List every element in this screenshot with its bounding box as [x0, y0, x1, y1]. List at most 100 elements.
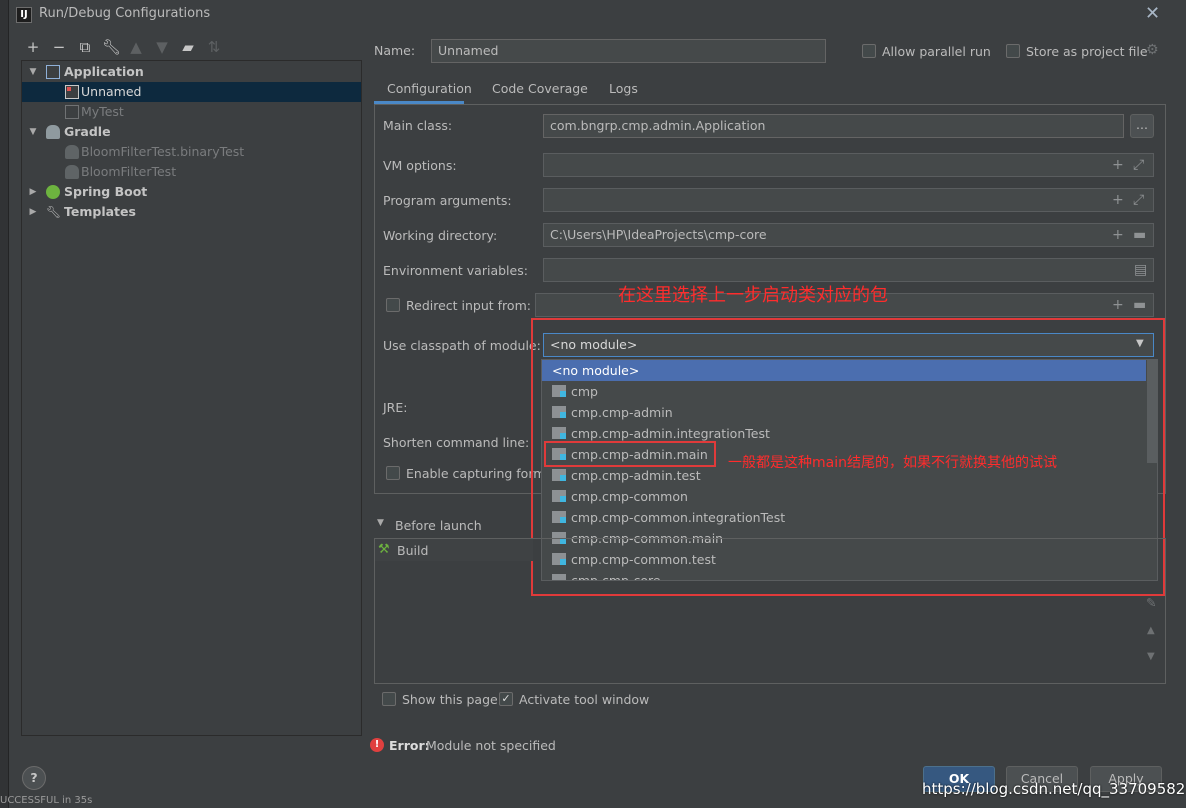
- expand-icon[interactable]: ⤢: [1133, 157, 1144, 173]
- tree-item-bloomfilter[interactable]: BloomFilterTest: [22, 162, 361, 182]
- tree-item-label: Spring Boot: [64, 184, 148, 199]
- allow-parallel-checkbox[interactable]: [862, 44, 876, 58]
- new-folder-icon[interactable]: ▰: [179, 38, 197, 56]
- title-bar: IJ Run/Debug Configurations ✕: [9, 0, 1186, 30]
- working-directory-field[interactable]: C:\Users\HP\IdeaProjects\cmp-core + ▬: [543, 223, 1154, 247]
- vm-options-field[interactable]: + ⤢: [543, 153, 1154, 177]
- annotation-item-box: [544, 441, 716, 467]
- move-up-icon[interactable]: ▲: [1147, 625, 1155, 636]
- watermark-url: https://blog.csdn.net/qq_33709582: [922, 780, 1186, 798]
- build-task-label[interactable]: Build: [397, 543, 428, 558]
- spring-boot-icon: [46, 185, 60, 199]
- tree-item-templates[interactable]: ▶ 🔧︎ Templates: [22, 202, 361, 222]
- edit-icon[interactable]: ✎: [1146, 595, 1156, 610]
- gradle-icon: [65, 165, 79, 179]
- gradle-icon: [65, 145, 79, 159]
- chevron-down-icon[interactable]: ▼: [27, 122, 39, 142]
- intellij-icon: IJ: [16, 7, 32, 23]
- chevron-down-icon[interactable]: ▼: [27, 62, 39, 82]
- browse-main-class-button[interactable]: ...: [1130, 114, 1154, 138]
- environment-variables-label: Environment variables:: [383, 263, 528, 278]
- chevron-right-icon[interactable]: ▶: [27, 182, 39, 202]
- working-directory-label: Working directory:: [383, 228, 498, 243]
- plus-icon[interactable]: +: [1112, 227, 1124, 243]
- move-down-icon[interactable]: ▼: [1147, 651, 1155, 662]
- error-prefix: Error:: [389, 738, 430, 753]
- annotation-side-text: 一般都是这种main结尾的，如果不行就换其他的试试: [728, 455, 1057, 471]
- tree-item-application[interactable]: ▼ Application: [22, 62, 361, 82]
- store-project-checkbox[interactable]: [1006, 44, 1020, 58]
- move-down-icon[interactable]: ▼: [153, 38, 171, 56]
- plus-icon[interactable]: +: [1112, 297, 1124, 313]
- working-directory-value: C:\Users\HP\IdeaProjects\cmp-core: [550, 227, 767, 242]
- allow-parallel-label: Allow parallel run: [882, 44, 991, 59]
- tree-item-label: Templates: [64, 204, 136, 219]
- show-page-label: Show this page: [402, 692, 498, 707]
- copy-icon[interactable]: ⧉: [76, 38, 94, 56]
- plus-icon[interactable]: +: [1112, 157, 1124, 173]
- shorten-command-label: Shorten command line:: [383, 435, 530, 450]
- redirect-input-checkbox[interactable]: [386, 298, 400, 312]
- gradle-icon: [46, 125, 60, 139]
- tree-item-gradle[interactable]: ▼ Gradle: [22, 122, 361, 142]
- chevron-down-icon[interactable]: ▼: [377, 518, 384, 528]
- application-icon: [46, 65, 60, 79]
- error-message: Module not specified: [426, 738, 556, 753]
- sort-icon[interactable]: ⇅: [205, 38, 223, 56]
- document-icon[interactable]: ▤: [1134, 262, 1147, 278]
- redirect-input-label: Redirect input from:: [406, 298, 531, 313]
- folder-icon[interactable]: ▬: [1133, 227, 1146, 243]
- tree-item-mytest[interactable]: MyTest: [22, 102, 361, 122]
- tree-item-label: MyTest: [81, 104, 124, 119]
- tab-configuration[interactable]: Configuration: [387, 81, 472, 96]
- classpath-module-label: Use classpath of module:: [383, 338, 541, 353]
- show-page-checkbox[interactable]: [382, 692, 396, 706]
- help-button[interactable]: ?: [22, 766, 46, 790]
- name-field[interactable]: Unnamed: [431, 39, 826, 63]
- tree-item-label: Application: [64, 64, 144, 79]
- hammer-icon: ⚒: [378, 542, 390, 557]
- background-console-text: UCCESSFUL in 35s: [0, 795, 93, 806]
- tree-item-label: Unnamed: [81, 84, 142, 99]
- tab-code-coverage[interactable]: Code Coverage: [492, 81, 588, 96]
- remove-icon[interactable]: −: [50, 38, 68, 56]
- tree-item-bloomfilter-binary[interactable]: BloomFilterTest.binaryTest: [22, 142, 361, 162]
- tree-item-spring-boot[interactable]: ▶ Spring Boot: [22, 182, 361, 202]
- move-up-icon[interactable]: ▲: [127, 38, 145, 56]
- jre-label: JRE:: [383, 400, 408, 415]
- tree-item-label: Gradle: [64, 124, 111, 139]
- tree-item-label: BloomFilterTest.binaryTest: [81, 144, 245, 159]
- program-arguments-field[interactable]: + ⤢: [543, 188, 1154, 212]
- annotation-top-text: 在这里选择上一步启动类对应的包: [618, 285, 888, 306]
- capturing-label: Enable capturing form: [406, 466, 546, 481]
- add-icon[interactable]: +: [24, 38, 42, 56]
- main-class-label: Main class:: [383, 118, 453, 133]
- run-debug-dialog: IJ Run/Debug Configurations ✕ + − ⧉ 🔧︎ ▲…: [9, 0, 1186, 808]
- tree-item-unnamed[interactable]: Unnamed: [22, 82, 361, 102]
- name-field-value: Unnamed: [438, 43, 499, 58]
- expand-icon[interactable]: ⤢: [1133, 192, 1144, 208]
- activate-tool-checkbox[interactable]: ✓: [499, 692, 513, 706]
- folder-icon[interactable]: ▬: [1133, 297, 1146, 313]
- error-icon: !: [370, 738, 384, 752]
- app-config-icon: [65, 85, 79, 99]
- editor-gutter: [0, 0, 9, 808]
- app-config-icon: [65, 105, 79, 119]
- plus-icon[interactable]: +: [1112, 192, 1124, 208]
- configuration-tree: ▼ Application Unnamed MyTest ▼ Gradle Bl…: [21, 60, 362, 736]
- gear-icon[interactable]: ⚙: [1146, 42, 1159, 58]
- close-icon[interactable]: ✕: [1145, 3, 1160, 24]
- window-title: Run/Debug Configurations: [39, 6, 211, 21]
- wrench-icon[interactable]: 🔧︎: [102, 38, 121, 56]
- capturing-checkbox[interactable]: [386, 466, 400, 480]
- environment-variables-field[interactable]: ▤: [543, 258, 1154, 282]
- before-launch-label[interactable]: Before launch: [395, 518, 482, 533]
- before-launch-panel: ⚒ Build ✎ ▲ ▼: [374, 538, 1166, 684]
- activate-tool-label: Activate tool window: [519, 692, 650, 707]
- tab-logs[interactable]: Logs: [609, 81, 638, 96]
- program-arguments-label: Program arguments:: [383, 193, 512, 208]
- store-project-label: Store as project file: [1026, 44, 1148, 59]
- wrench-icon: 🔧︎: [46, 205, 62, 219]
- chevron-right-icon[interactable]: ▶: [27, 202, 39, 222]
- main-class-field[interactable]: com.bngrp.cmp.admin.Application: [543, 114, 1124, 138]
